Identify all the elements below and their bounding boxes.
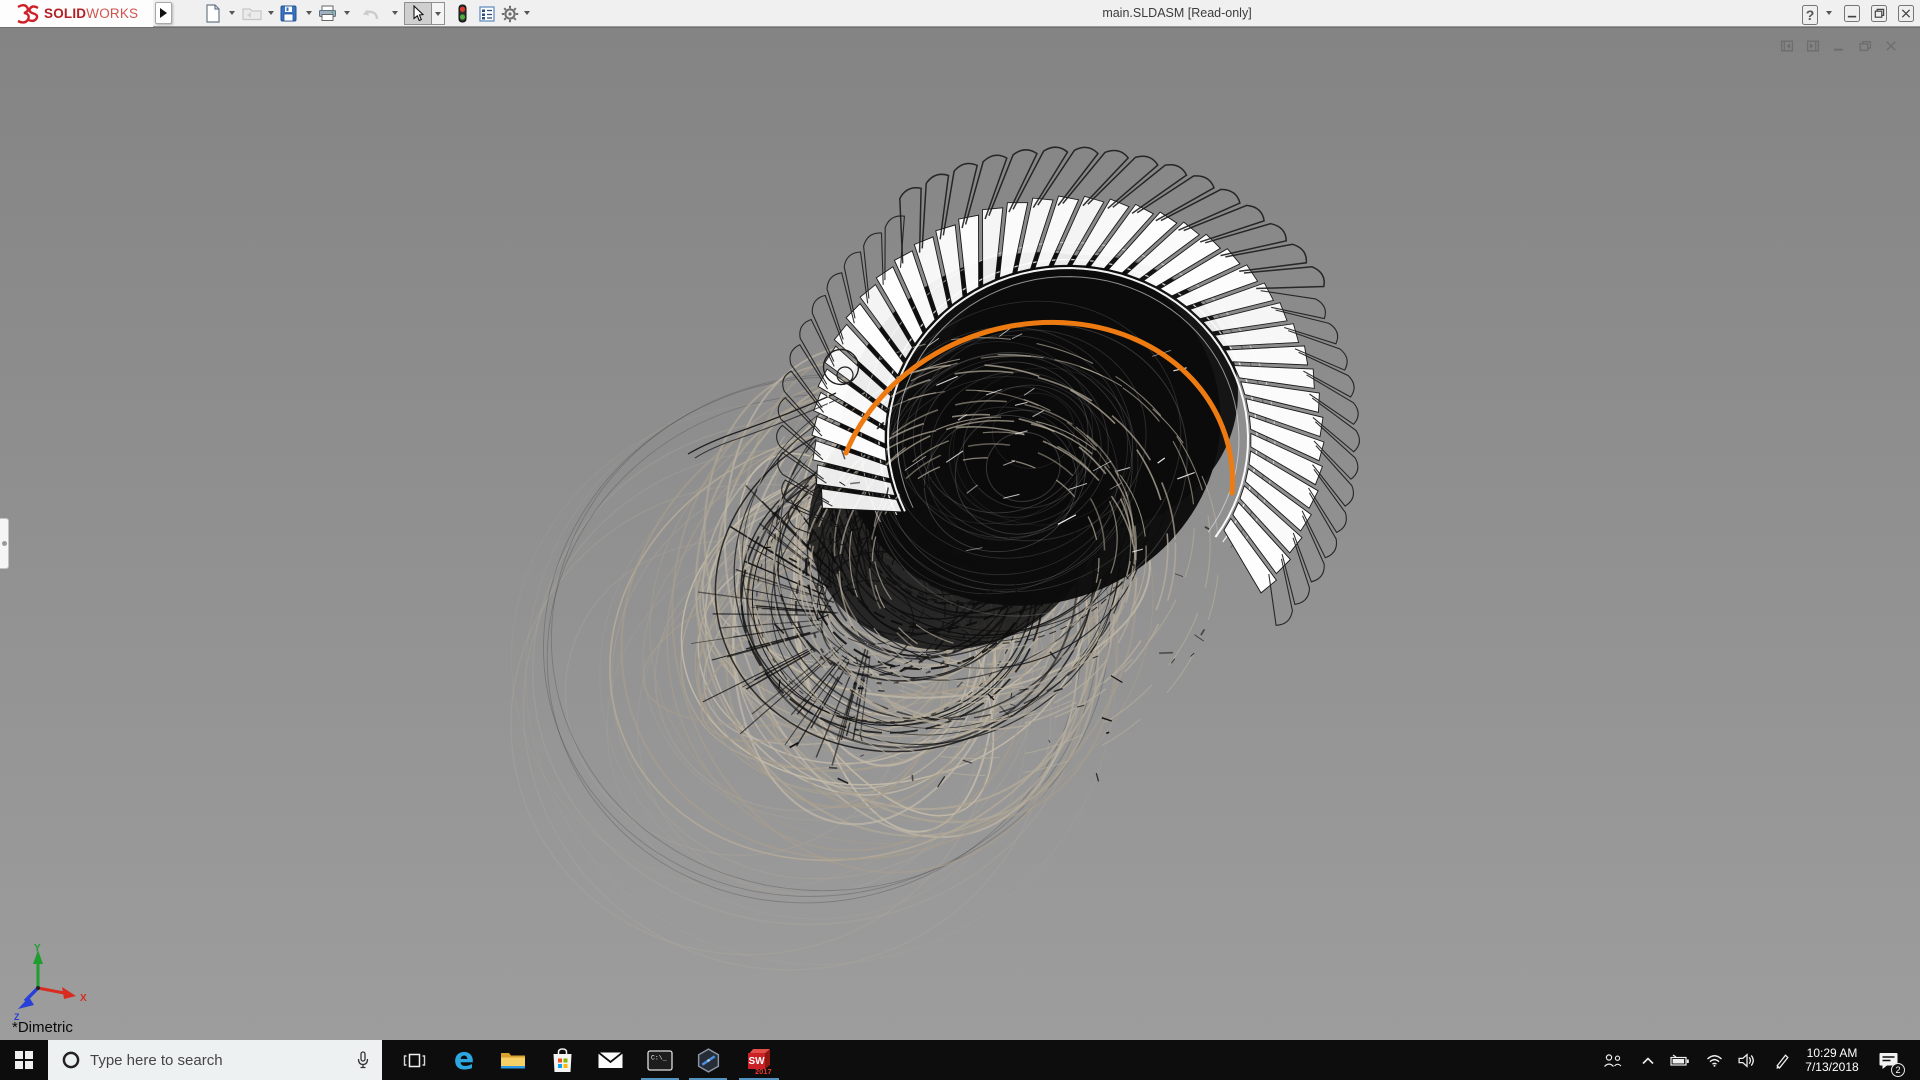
graphics-viewport[interactable]: Y X Z *Dimetric (0, 27, 1920, 1040)
model-wireframe[interactable] (0, 28, 1920, 1040)
minimize-icon (1847, 15, 1857, 18)
hexagon-app-icon (697, 1047, 719, 1073)
document-window-controls (1780, 39, 1898, 53)
solidworks-window: SOLID WORKS main.SLDASM [Read-only] ? Y … (0, 0, 1920, 1080)
triad-x-label: X (80, 993, 87, 1004)
open-caret-icon[interactable] (268, 11, 274, 15)
taskbar-search[interactable] (48, 1040, 382, 1080)
doc-restore-button[interactable] (1858, 39, 1872, 53)
pane-previous-button[interactable] (1780, 39, 1794, 53)
speaker-icon (1737, 1052, 1754, 1068)
people-button[interactable] (1599, 1040, 1627, 1080)
command-prompt-icon: C:\_ (647, 1049, 673, 1071)
select-cursor-icon (413, 5, 424, 22)
undo-button[interactable] (360, 2, 381, 25)
task-view-button[interactable] (390, 1040, 438, 1080)
settings-button[interactable] (501, 2, 519, 25)
brand-solid: SOLID (44, 6, 87, 21)
panel-tab-dot (1, 541, 7, 546)
settings-caret-icon[interactable] (524, 11, 530, 15)
print-caret-icon[interactable] (344, 11, 350, 15)
select-tool-button[interactable] (404, 2, 445, 25)
battery-button[interactable] (1666, 1040, 1694, 1080)
clock[interactable]: 10:29 AM 7/13/2018 (1800, 1040, 1864, 1080)
tray-date: 7/13/2018 (1805, 1060, 1859, 1074)
edge-icon: e (453, 1042, 475, 1077)
save-button[interactable] (280, 2, 297, 25)
help-caret-icon[interactable] (1826, 11, 1832, 15)
reference-triad: Y X Z (14, 943, 87, 1022)
doc-minimize-button[interactable] (1832, 39, 1846, 53)
store-button[interactable] (538, 1040, 586, 1080)
folder-icon (501, 1052, 525, 1068)
design-status-button[interactable] (457, 2, 468, 25)
brand-works: WORKS (86, 6, 139, 21)
pane-next-button[interactable] (1806, 39, 1820, 53)
restore-button[interactable] (1871, 5, 1887, 22)
wifi-button[interactable] (1700, 1040, 1728, 1080)
save-floppy-icon (280, 5, 297, 22)
start-button[interactable] (0, 1040, 48, 1080)
tray-time: 10:29 AM (1806, 1046, 1858, 1060)
store-bag-icon (553, 1047, 571, 1072)
feature-manager-collapsed-tab[interactable] (0, 518, 9, 569)
action-center-button[interactable]: 2 (1868, 1040, 1908, 1080)
edge-browser-button[interactable]: e (440, 1040, 488, 1080)
window-title: main.SLDASM [Read-only] (1102, 6, 1252, 20)
new-document-button[interactable] (205, 2, 221, 25)
close-button[interactable] (1898, 5, 1914, 22)
volume-button[interactable] (1732, 1040, 1760, 1080)
open-button[interactable] (242, 2, 262, 25)
print-icon (319, 5, 336, 21)
dassault-systemes-icon (17, 3, 39, 24)
traffic-light-icon (458, 4, 467, 23)
help-button[interactable]: ? (1802, 5, 1818, 25)
print-button[interactable] (318, 2, 337, 25)
new-document-icon (206, 4, 220, 23)
wifi-icon (1706, 1055, 1722, 1067)
cortana-ring-icon (62, 1051, 80, 1069)
solidworks-logo: SOLID WORKS (0, 0, 153, 27)
save-caret-icon[interactable] (306, 11, 312, 15)
file-explorer-button[interactable] (489, 1040, 537, 1080)
new-caret-icon[interactable] (229, 11, 235, 15)
undo-arrow-icon (363, 9, 379, 20)
restore-icon (1874, 8, 1885, 18)
windows-taskbar: e (0, 1040, 1920, 1080)
task-view-icon (403, 1053, 425, 1067)
options-list-button[interactable] (479, 2, 495, 25)
command-prompt-button[interactable]: C:\_ (636, 1040, 684, 1080)
pen-button[interactable] (1768, 1040, 1796, 1080)
tray-overflow-button[interactable] (1634, 1040, 1662, 1080)
properties-list-icon (479, 5, 495, 22)
view-orientation-label: *Dimetric (12, 1019, 73, 1036)
solidworks-2017-icon: SW 2017 (745, 1046, 773, 1076)
search-input[interactable] (90, 1051, 356, 1069)
gear-icon (501, 5, 519, 22)
battery-icon (1670, 1054, 1689, 1066)
select-caret-icon[interactable] (431, 3, 444, 24)
open-folder-icon (242, 8, 262, 21)
notification-badge: 2 (1891, 1063, 1905, 1077)
triad-y-label: Y (34, 943, 41, 954)
menu-flyout-button[interactable] (155, 2, 172, 24)
mail-envelope-icon (597, 1051, 623, 1068)
windows-logo-icon (15, 1051, 33, 1069)
hexagon-app-button[interactable] (684, 1040, 732, 1080)
solidworks-taskbar-button[interactable]: SW 2017 (734, 1040, 784, 1080)
chevron-up-icon (1642, 1056, 1654, 1064)
pen-icon (1775, 1053, 1789, 1069)
minimize-button[interactable] (1844, 5, 1860, 22)
cmd-prompt-text: C:\_ (651, 1054, 667, 1061)
doc-close-button[interactable] (1884, 39, 1898, 53)
undo-caret-icon[interactable] (392, 11, 398, 15)
mail-button[interactable] (586, 1040, 634, 1080)
title-bar: SOLID WORKS main.SLDASM [Read-only] ? (0, 0, 1920, 27)
people-icon (1604, 1053, 1622, 1067)
microphone-icon[interactable] (356, 1050, 370, 1070)
close-icon (1901, 9, 1911, 18)
flyout-arrow-icon (160, 8, 167, 18)
